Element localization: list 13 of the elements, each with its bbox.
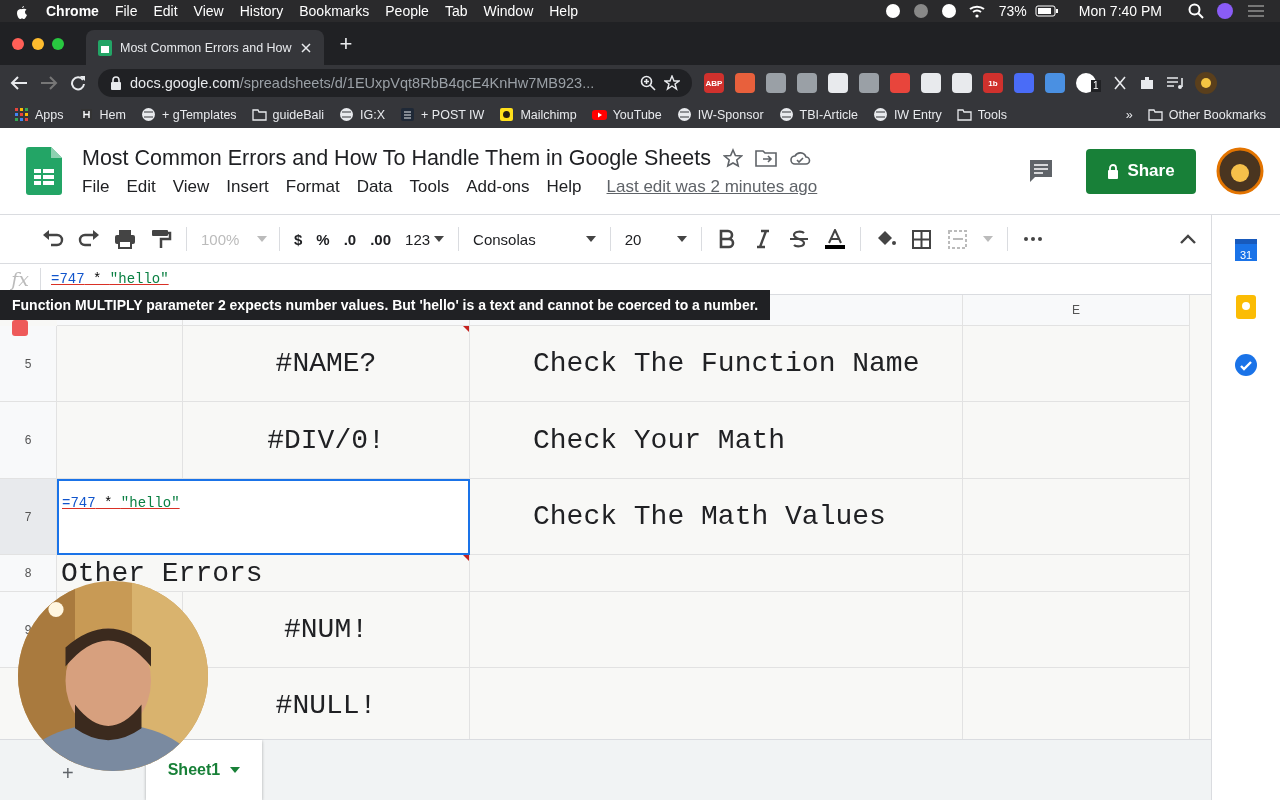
cell-text: Check Your Math: [533, 424, 786, 456]
cell-text: Check The Math Values: [533, 501, 886, 532]
cell-text: #NAME?: [275, 348, 377, 379]
extension-badge: 1: [1091, 80, 1101, 92]
cell-text: #NUM!: [284, 614, 368, 645]
cell-text: Check The Function Name: [533, 348, 920, 379]
error-tooltip: Function MULTIPLY parameter 2 expects number values. But 'hello' is a text and cannot be coerced to a number.: [0, 290, 771, 320]
battery-percent: 73%: [997, 3, 1028, 19]
url-text: docs.google.com/spreadsheets/d/1EUxpVqt8RbB4qcE4KnHw7MB923...: [130, 75, 596, 91]
cell-text: Other Errors: [61, 557, 263, 589]
tab-title: Most Common Errors and How: [120, 40, 292, 55]
cell-text: #NULL!: [275, 690, 377, 721]
cell-text: #DIV/0!: [267, 424, 385, 456]
